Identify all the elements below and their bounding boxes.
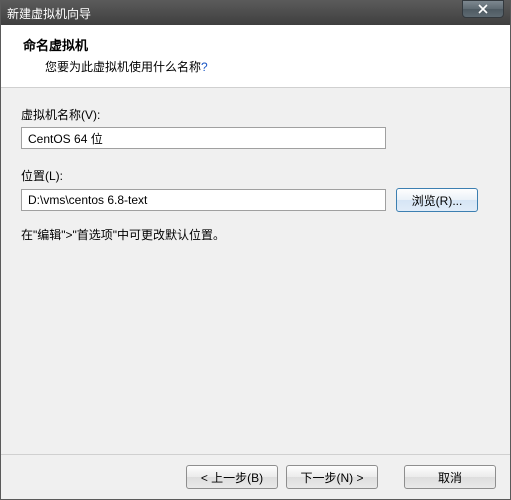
location-label: 位置(L):: [21, 167, 490, 184]
close-icon: [478, 4, 488, 14]
header-subtitle: 您要为此虚拟机使用什么名称?: [45, 58, 494, 75]
default-location-hint: 在"编辑">"首选项"中可更改默认位置。: [21, 226, 490, 243]
new-vm-wizard-dialog: 新建虚拟机向导 命名虚拟机 您要为此虚拟机使用什么名称? 虚拟机名称(V): 位…: [0, 0, 511, 500]
close-button[interactable]: [462, 0, 504, 18]
cancel-button[interactable]: 取消: [404, 465, 496, 489]
vm-name-input[interactable]: [21, 127, 386, 149]
titlebar[interactable]: 新建虚拟机向导: [1, 1, 510, 25]
wizard-footer: < 上一步(B) 下一步(N) > 取消: [1, 454, 510, 499]
back-button[interactable]: < 上一步(B): [186, 465, 278, 489]
next-button[interactable]: 下一步(N) >: [286, 465, 378, 489]
wizard-header: 命名虚拟机 您要为此虚拟机使用什么名称?: [1, 25, 510, 88]
location-input[interactable]: [21, 189, 386, 211]
header-subtitle-qmark: ?: [201, 60, 208, 74]
vm-name-label: 虚拟机名称(V):: [21, 106, 490, 123]
header-subtitle-text: 您要为此虚拟机使用什么名称: [45, 60, 201, 74]
wizard-content: 虚拟机名称(V): 位置(L): 浏览(R)... 在"编辑">"首选项"中可更…: [1, 88, 510, 454]
window-title: 新建虚拟机向导: [7, 5, 504, 22]
browse-button[interactable]: 浏览(R)...: [396, 188, 478, 212]
header-title: 命名虚拟机: [23, 35, 494, 54]
